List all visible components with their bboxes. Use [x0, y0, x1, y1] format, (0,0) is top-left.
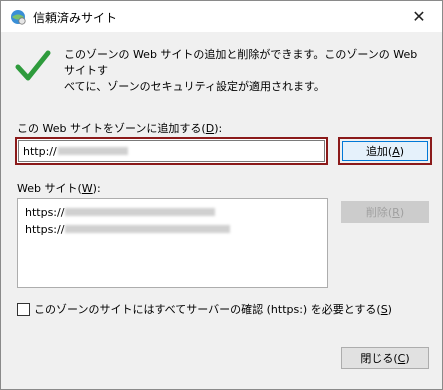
websites-label: Web サイト(W): [17, 180, 101, 196]
add-site-label: この Web サイトをゾーンに追加する(D): [17, 120, 222, 136]
add-button-highlight: 追加(A) [338, 137, 432, 165]
list-item[interactable]: https:// [25, 220, 231, 238]
add-site-label-end: ): [214, 122, 223, 135]
list-item-text: https:// [25, 205, 65, 219]
internet-options-icon [11, 10, 26, 25]
trusted-sites-dialog: 信頼済みサイト ✕ このゾーンの Web サイトの追加と削除ができます。このゾー… [0, 0, 443, 390]
remove-button-access-key: R [392, 205, 400, 219]
remove-button-label-end: ) [399, 205, 405, 219]
require-https-option[interactable]: このゾーンのサイトにはすべてサーバーの確認 (https:) を必要とする(S) [17, 301, 392, 317]
close-button-label-end: ) [405, 351, 410, 365]
add-site-input[interactable]: http:// [18, 140, 325, 162]
websites-access-key: W [81, 182, 93, 195]
add-site-input-value: http:// [23, 144, 57, 158]
require-https-access-key: S [380, 302, 388, 316]
title-bar: 信頼済みサイト ✕ [1, 1, 442, 32]
remove-button-label: 削除( [365, 206, 393, 219]
require-https-label: このゾーンのサイトにはすべてサーバーの確認 (https:) を必要とする( [34, 303, 381, 316]
close-window-button[interactable]: ✕ [396, 1, 442, 32]
remove-button[interactable]: 削除(R) [341, 201, 429, 223]
description-line-1: このゾーンの Web サイトの追加と削除ができます。このゾーンの Web サイト… [64, 48, 418, 77]
websites-label-text: Web サイト( [17, 182, 82, 195]
redacted-address [57, 147, 128, 155]
redacted-address [65, 208, 216, 216]
add-button[interactable]: 追加(A) [342, 141, 428, 161]
add-button-label-end: ) [399, 144, 405, 158]
close-button-label: 閉じる( [360, 352, 398, 365]
list-item[interactable]: https:// [25, 203, 216, 221]
window-title: 信頼済みサイト [33, 11, 118, 25]
add-site-access-key: D [205, 122, 215, 135]
add-site-label-text: この Web サイトをゾーンに追加する( [17, 122, 206, 135]
redacted-address [65, 225, 231, 233]
require-https-label-end: ) [387, 302, 392, 316]
zone-description: このゾーンの Web サイトの追加と削除ができます。このゾーンの Web サイト… [64, 47, 429, 95]
add-site-input-highlight: http:// [15, 137, 328, 165]
close-icon: ✕ [412, 7, 426, 26]
checkmark-icon [15, 50, 51, 81]
list-item-text: https:// [25, 222, 65, 236]
close-button-access-key: C [397, 351, 406, 365]
add-button-label: 追加( [365, 145, 393, 158]
require-https-checkbox[interactable] [17, 302, 30, 316]
description-line-2: べてに、ゾーンのセキュリティ設定が適用されます。 [64, 80, 325, 93]
websites-list[interactable]: https:// https:// [17, 198, 328, 288]
add-button-access-key: A [392, 144, 400, 158]
websites-label-end: ): [92, 182, 101, 195]
close-button[interactable]: 閉じる(C) [341, 347, 429, 369]
